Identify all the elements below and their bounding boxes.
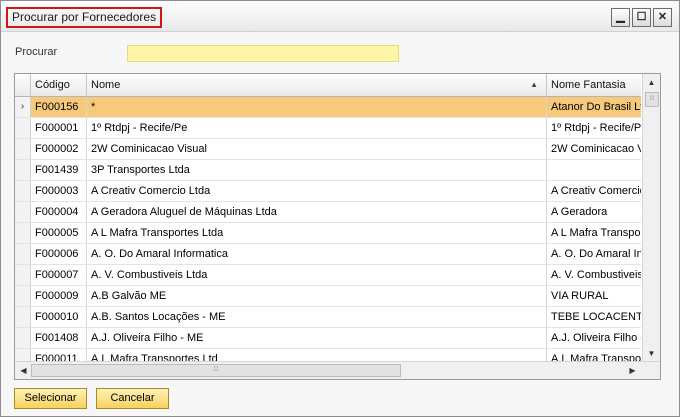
minimize-button[interactable]: ▁: [611, 8, 630, 27]
row-header[interactable]: [15, 181, 31, 201]
row-header[interactable]: [15, 118, 31, 138]
column-header-nome-fantasia[interactable]: Nome Fantasia: [547, 74, 641, 96]
row-header-corner: [15, 74, 31, 96]
cell-codigo[interactable]: F000009: [31, 286, 87, 306]
cell-nome-fantasia[interactable]: A Geradora: [547, 202, 641, 222]
cell-codigo[interactable]: F001439: [31, 160, 87, 180]
cell-codigo[interactable]: F000003: [31, 181, 87, 201]
cell-nome[interactable]: A. V. Combustiveis Ltda: [87, 265, 547, 285]
search-label: Procurar: [15, 46, 58, 58]
row-header[interactable]: [15, 223, 31, 243]
column-header-codigo[interactable]: Código: [31, 74, 87, 96]
cell-codigo[interactable]: F000156: [31, 97, 87, 117]
cell-codigo[interactable]: F000007: [31, 265, 87, 285]
cell-codigo[interactable]: F000006: [31, 244, 87, 264]
cell-nome[interactable]: A Geradora Aluguel de Máquinas Ltda: [87, 202, 547, 222]
column-header-nome-label: Nome: [91, 79, 121, 91]
cell-nome-fantasia[interactable]: 2W Cominicacao Vis: [547, 139, 641, 159]
title-bar[interactable]: Procurar por Fornecedores ▁ ☐ ✕: [1, 1, 679, 32]
cell-codigo[interactable]: F000010: [31, 307, 87, 327]
row-header[interactable]: [15, 202, 31, 222]
vertical-scrollbar[interactable]: ▲ ⁞⁞⁞ ▼: [642, 74, 660, 362]
table-row[interactable]: F000002 2W Cominicacao Visual 2W Cominicac…: [15, 139, 641, 160]
table-row[interactable]: F000003 A Creativ Comercio Ltda A Creativ …: [15, 181, 641, 202]
search-input[interactable]: [127, 45, 399, 62]
cell-nome-fantasia[interactable]: A.J. Oliveira Filho -: [547, 328, 641, 348]
scroll-up-icon[interactable]: ▲: [644, 75, 659, 90]
close-button[interactable]: ✕: [653, 8, 672, 27]
cell-nome[interactable]: A.J. Oliveira Filho - ME: [87, 328, 547, 348]
scroll-right-icon[interactable]: ▶: [625, 363, 640, 378]
cell-nome[interactable]: A. O. Do Amaral Informatica: [87, 244, 547, 264]
vertical-scroll-thumb[interactable]: ⁞⁞⁞: [645, 92, 659, 107]
cell-nome[interactable]: 2W Cominicacao Visual: [87, 139, 547, 159]
supplier-grid: Código Nome ▲ Nome Fantasia › F000156 * Ata…: [14, 73, 661, 380]
table-row[interactable]: F000001 1º Rtdpj - Recife/Pe 1º Rtdpj - Re…: [15, 118, 641, 139]
cell-nome-fantasia[interactable]: TEBE LOCACENTER: [547, 307, 641, 327]
cell-nome-fantasia[interactable]: Atanor Do Brasil Ltd: [547, 97, 641, 117]
cell-nome-fantasia[interactable]: VIA RURAL: [547, 286, 641, 306]
cell-codigo[interactable]: F001408: [31, 328, 87, 348]
table-row[interactable]: F001439 3P Transportes Ltda: [15, 160, 641, 181]
scroll-down-icon[interactable]: ▼: [644, 346, 659, 361]
select-button[interactable]: Selecionar: [14, 388, 87, 409]
cell-nome[interactable]: 1º Rtdpj - Recife/Pe: [87, 118, 547, 138]
table-row[interactable]: F000004 A Geradora Aluguel de Máquinas Lt…: [15, 202, 641, 223]
maximize-button[interactable]: ☐: [632, 8, 651, 27]
row-header[interactable]: [15, 328, 31, 348]
table-row[interactable]: F000010 A.B. Santos Locações - ME TEBE LOC…: [15, 307, 641, 328]
table-row-selected[interactable]: › F000156 * Atanor Do Brasil Ltd: [15, 97, 641, 118]
cell-codigo[interactable]: F000004: [31, 202, 87, 222]
table-row[interactable]: F000005 A L Mafra Transportes Ltda A L Maf…: [15, 223, 641, 244]
grid-header: Código Nome ▲ Nome Fantasia: [15, 74, 641, 97]
row-header[interactable]: [15, 286, 31, 306]
cell-nome[interactable]: A.B. Santos Locações - ME: [87, 307, 547, 327]
row-header[interactable]: [15, 265, 31, 285]
table-row[interactable]: F000007 A. V. Combustiveis Ltda A. V. Comb…: [15, 265, 641, 286]
cell-codigo[interactable]: F000005: [31, 223, 87, 243]
cell-nome[interactable]: *: [87, 97, 547, 117]
table-row[interactable]: F000006 A. O. Do Amaral Informatica A. O. …: [15, 244, 641, 265]
horizontal-scrollbar[interactable]: ◀ ⁞⁞⁞ ▶: [15, 361, 660, 379]
cell-codigo[interactable]: F000002: [31, 139, 87, 159]
dialog-window: Procurar por Fornecedores ▁ ☐ ✕ Procurar…: [0, 0, 680, 417]
cell-nome[interactable]: A.B Galvão ME: [87, 286, 547, 306]
horizontal-scroll-thumb[interactable]: ⁞⁞⁞: [31, 364, 401, 377]
selected-row-indicator-icon[interactable]: ›: [15, 97, 31, 117]
cell-nome-fantasia[interactable]: [547, 160, 641, 180]
sort-ascending-icon: ▲: [530, 80, 538, 89]
cell-nome-fantasia[interactable]: 1º Rtdpj - Recife/Pe: [547, 118, 641, 138]
cell-nome-fantasia[interactable]: A Creativ Comercio: [547, 181, 641, 201]
cell-nome-fantasia[interactable]: A. V. Combustiveis: [547, 265, 641, 285]
cell-nome-fantasia[interactable]: A. O. Do Amaral In: [547, 244, 641, 264]
scroll-left-icon[interactable]: ◀: [16, 363, 31, 378]
column-header-nome[interactable]: Nome ▲: [87, 74, 547, 96]
scroll-corner: [643, 362, 660, 379]
table-row[interactable]: F000009 A.B Galvão ME VIA RURAL: [15, 286, 641, 307]
cell-nome-fantasia[interactable]: A L Mafra Transport: [547, 223, 641, 243]
cancel-button[interactable]: Cancelar: [96, 388, 169, 409]
cell-nome[interactable]: A Creativ Comercio Ltda: [87, 181, 547, 201]
table-row[interactable]: F001408 A.J. Oliveira Filho - ME A.J. Oliv…: [15, 328, 641, 349]
row-header[interactable]: [15, 160, 31, 180]
row-header[interactable]: [15, 244, 31, 264]
cell-nome[interactable]: A L Mafra Transportes Ltda: [87, 223, 547, 243]
cell-codigo[interactable]: F000001: [31, 118, 87, 138]
window-title: Procurar por Fornecedores: [6, 7, 163, 28]
row-header[interactable]: [15, 139, 31, 159]
cell-nome[interactable]: 3P Transportes Ltda: [87, 160, 547, 180]
row-header[interactable]: [15, 307, 31, 327]
